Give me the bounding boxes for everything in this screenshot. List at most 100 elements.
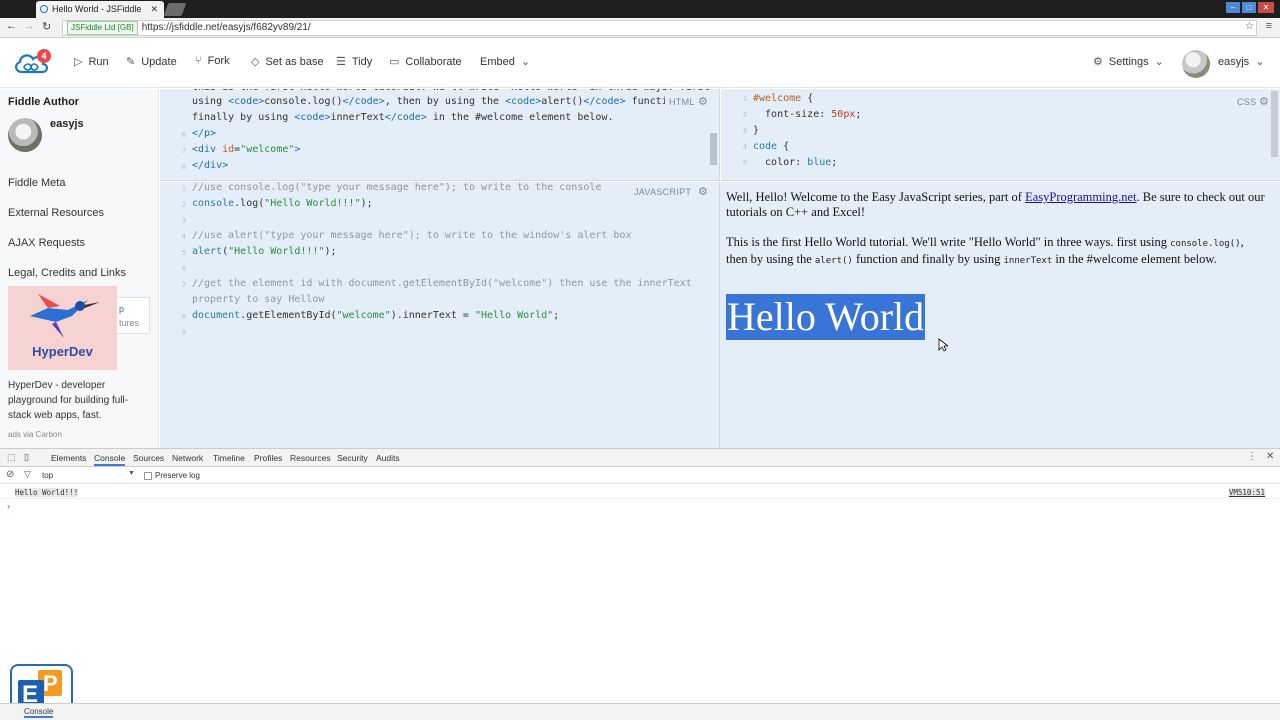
inspect-element-icon[interactable]: ⬚ [7, 452, 16, 463]
code-line: font-size: 50px; [753, 109, 862, 120]
mouse-cursor-icon [938, 338, 948, 352]
javascript-editor[interactable]: 1 2 3 4 5 6 7 8 9 //use console.log("typ… [160, 182, 720, 448]
devtools-panel: ⬚ ▯ Elements Console Sources Network Tim… [0, 448, 1280, 720]
collaborate-button[interactable]: ▭ Collaborate [389, 55, 462, 69]
app-header: 4 ▷ Run ✎ Update ⑂ Fork ◇ Set as base ☰ Tidy … [0, 38, 1280, 88]
code-line: code { [753, 141, 790, 152]
gear-icon: ⚙ [1093, 56, 1103, 68]
js-settings-gear-icon[interactable]: ⚙ [698, 185, 708, 198]
html-label: HTML [665, 97, 695, 107]
css-settings-gear-icon[interactable]: ⚙ [1259, 95, 1269, 108]
tab-console[interactable]: Console [94, 453, 126, 466]
clear-console-icon[interactable]: ⊘ [6, 469, 14, 480]
tab-close-icon[interactable]: ✕ [150, 1, 158, 17]
settings-button[interactable]: ⚙ Settings ⌄ [1093, 55, 1164, 69]
ads-via-carbon-link[interactable]: ads via Carbon [8, 430, 62, 439]
bookmark-star-icon[interactable]: ☆ [1245, 21, 1254, 32]
console-message: Hello World!!! VM510:51 [0, 487, 1280, 499]
sidebar-item-external-resources[interactable]: External Resources [8, 207, 104, 219]
chevron-down-icon: ⌄ [1154, 56, 1164, 68]
code-line: using <code>console.log()</code>, then b… [192, 96, 680, 107]
console-drawer-tab[interactable]: Console [24, 707, 54, 718]
tab-timeline[interactable]: Timeline [213, 453, 245, 463]
code-line: </p> [192, 128, 217, 139]
sidebar-item-legal[interactable]: Legal, Credits and Links [8, 267, 126, 279]
tab-profiles[interactable]: Profiles [254, 453, 282, 463]
chevron-down-icon: ⌄ [1255, 56, 1265, 68]
jsfiddle-favicon-icon [40, 5, 48, 13]
console-toolbar: ⊘ ▽ top ▼ Preserve log [0, 467, 1280, 484]
html-settings-gear-icon[interactable]: ⚙ [698, 95, 708, 108]
new-tab-button[interactable] [163, 3, 187, 16]
reload-icon[interactable]: ↻ [42, 20, 51, 33]
tab-audits[interactable]: Audits [376, 453, 400, 463]
tab-sources[interactable]: Sources [133, 453, 164, 463]
filter-icon[interactable]: ▽ [24, 469, 31, 480]
context-dropdown-icon[interactable]: ▼ [128, 470, 135, 477]
tab-resources[interactable]: Resources [290, 453, 331, 463]
minimize-icon[interactable]: – [1226, 2, 1240, 13]
code-line: color: blue; [753, 157, 838, 168]
preserve-log-checkbox[interactable] [144, 472, 152, 480]
context-select[interactable]: top [42, 471, 53, 480]
svg-text:P: P [43, 671, 58, 696]
intro-paragraph: Well, Hello! Welcome to the Easy JavaScr… [726, 190, 1265, 219]
tidy-button[interactable]: ☰ Tidy [336, 55, 372, 69]
code-line: //get the element id with document.getEl… [192, 278, 692, 289]
chat-icon: ▭ [389, 56, 400, 68]
ad-brand-label: HyperDev [32, 344, 93, 359]
fork-button[interactable]: ⑂ Fork [195, 55, 230, 67]
ad-text[interactable]: HyperDev - developer playground for buil… [8, 378, 138, 423]
ev-certificate-badge[interactable]: JSFiddle Ltd [GB] [67, 21, 138, 35]
hummingbird-icon [30, 294, 100, 338]
tab-elements[interactable]: Elements [51, 453, 86, 463]
set-as-base-button[interactable]: ◇ Set as base [251, 55, 324, 69]
preserve-log-label: Preserve log [155, 471, 200, 480]
easyprogramming-link[interactable]: EasyProgramming.net [1025, 190, 1136, 204]
sidebar-item-ajax-requests[interactable]: AJAX Requests [8, 237, 85, 249]
forward-icon[interactable]: → [24, 20, 35, 32]
user-menu[interactable]: easyjs ⌄ [1218, 55, 1265, 69]
javascript-label: JAVASCRIPT [634, 187, 692, 197]
sidebar-item-fiddle-meta[interactable]: Fiddle Meta [8, 177, 65, 189]
welcome-heading-selected[interactable]: Hello World [726, 294, 926, 340]
run-button[interactable]: ▷ Run [74, 55, 109, 69]
result-panel[interactable]: Well, Hello! Welcome to the Easy JavaScr… [720, 182, 1280, 448]
maximize-icon[interactable]: □ [1242, 2, 1256, 13]
code-line: alert("Hello World!!!"); [192, 246, 337, 257]
address-bar[interactable]: JSFiddle Ltd [GB] https://jsfiddle.net/ea… [62, 20, 1257, 36]
author-avatar[interactable] [8, 118, 42, 152]
embed-button[interactable]: Embed ⌄ [480, 55, 530, 69]
author-name[interactable]: easyjs [50, 118, 84, 130]
code-line: <div id="welcome"> [192, 144, 301, 155]
code-line: //use alert("type your message here"); t… [192, 230, 632, 241]
code-line: property to say Hellow [192, 294, 325, 305]
devtools-tabbar: ⬚ ▯ Elements Console Sources Network Tim… [0, 449, 1280, 467]
user-avatar[interactable] [1182, 50, 1210, 78]
hyperdev-ad-image[interactable]: HyperDev [8, 286, 117, 370]
browser-menu-icon[interactable]: ≡ [1266, 20, 1272, 32]
css-label: CSS [1237, 97, 1257, 107]
tab-security[interactable]: Security [337, 453, 368, 463]
css-editor[interactable]: 1 2 3 4 5 #welcome { font-size: 50px; } … [721, 89, 1280, 181]
back-icon[interactable]: ← [6, 20, 17, 32]
align-icon: ☰ [336, 56, 346, 68]
code-line: //use console.log("type your message her… [192, 182, 602, 193]
css-scrollbar[interactable] [1271, 91, 1278, 157]
code-line: console.log("Hello World!!!"); [192, 198, 373, 209]
browser-tab[interactable]: Hello World - JSFiddle ✕ [36, 1, 164, 18]
device-mode-icon[interactable]: ▯ [24, 452, 29, 463]
tab-network[interactable]: Network [172, 453, 203, 463]
browser-titlebar: Hello World - JSFiddle ✕ – □ ✕ [0, 0, 1280, 18]
devtools-close-icon[interactable]: ✕ [1266, 451, 1274, 462]
devtools-menu-icon[interactable]: ⋮ [1247, 451, 1257, 462]
console-drawer-bar: Console [0, 703, 1280, 720]
console-prompt[interactable]: › [7, 501, 10, 511]
code-line: document.getElementById("welcome").inner… [192, 310, 560, 321]
console-source-link[interactable]: VM510:51 [1228, 488, 1265, 497]
html-scrollbar[interactable] [710, 133, 717, 165]
window-close-icon[interactable]: ✕ [1258, 2, 1274, 13]
play-icon: ▷ [74, 56, 83, 68]
html-editor[interactable]: 5 6 7 8 this is the first Hello World tu… [160, 89, 720, 181]
update-button[interactable]: ✎ Update [126, 55, 177, 69]
